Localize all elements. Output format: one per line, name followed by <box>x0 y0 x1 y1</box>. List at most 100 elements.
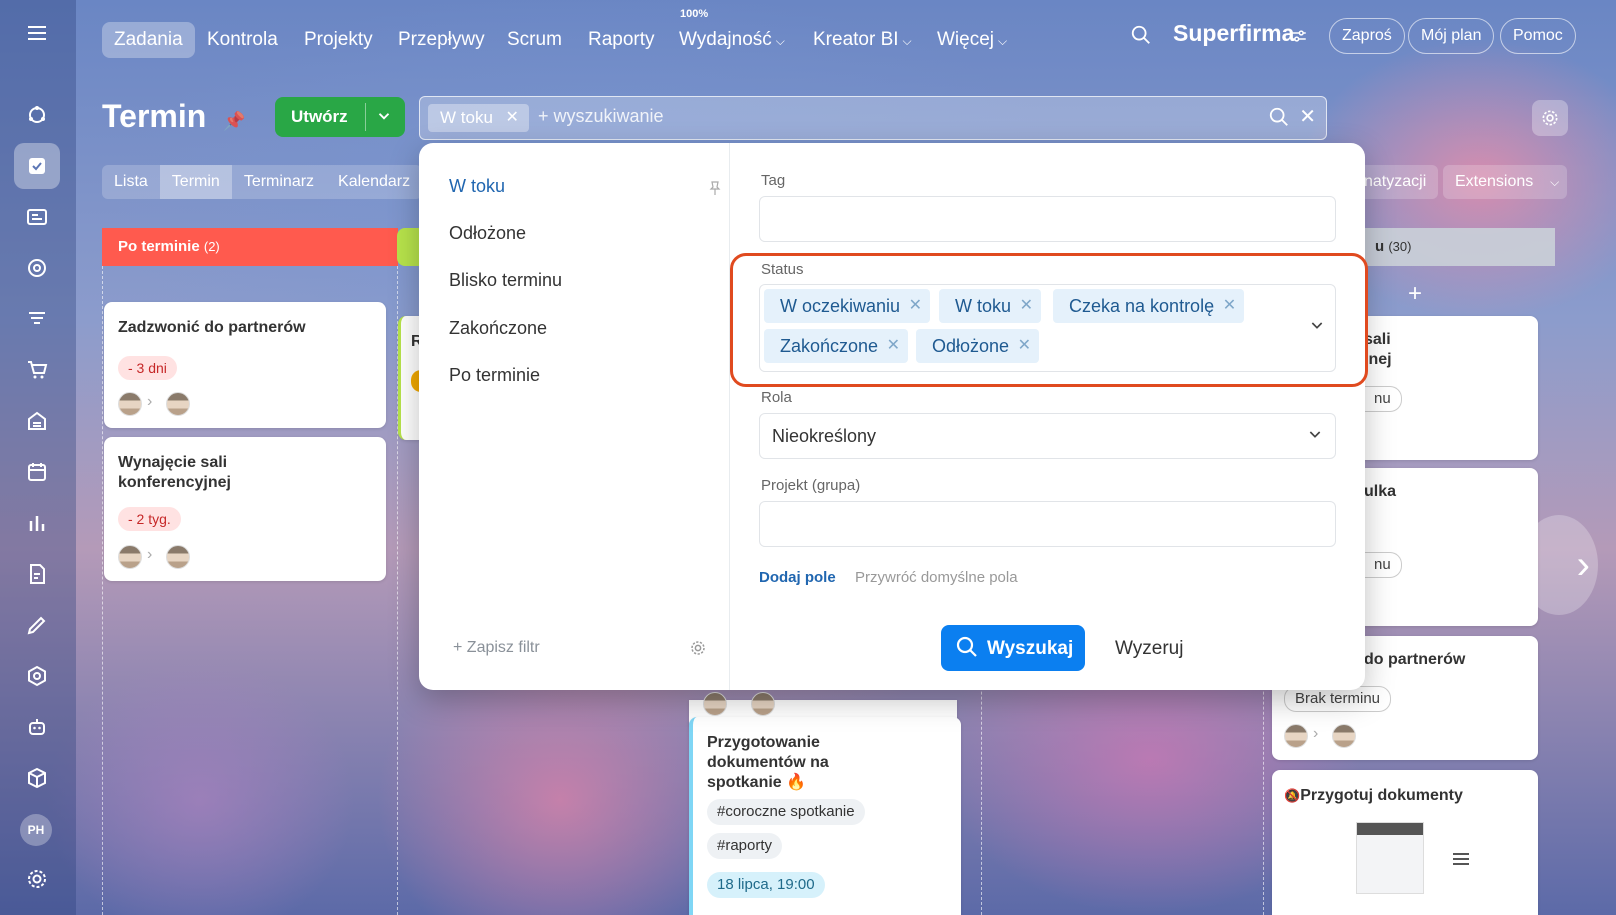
task-title[interactable]: ulka <box>1364 482 1396 502</box>
user-avatar[interactable]: PH <box>20 814 52 846</box>
scroll-right-button[interactable]: › <box>1520 515 1598 615</box>
invite-button[interactable]: Zaproś <box>1329 18 1405 54</box>
brand-name: Superfirma <box>1173 20 1295 46</box>
preset-po-terminie[interactable]: Po terminie <box>449 365 540 386</box>
nav-scrum[interactable]: Scrum <box>495 22 574 58</box>
reset-button[interactable]: Wyzeruj <box>1115 638 1183 660</box>
preset-odlozone[interactable]: Odłożone <box>449 223 526 244</box>
preset-w-toku[interactable]: W toku <box>449 176 505 197</box>
status-highlight-annotation <box>730 253 1368 387</box>
task-title[interactable]: do partnerów <box>1364 650 1465 670</box>
search-icon[interactable] <box>1130 24 1152 51</box>
tab-extensions[interactable]: Extensions ⌵ <box>1443 165 1568 199</box>
analytics-icon[interactable] <box>14 500 60 546</box>
chevron-down-icon[interactable] <box>375 107 393 130</box>
settings-icon[interactable] <box>1532 100 1568 136</box>
deadline-pill[interactable]: nu <box>1364 552 1402 578</box>
active-filter-chip[interactable]: W toku ✕ <box>428 104 529 132</box>
project-field[interactable] <box>759 501 1336 547</box>
nav-przeplywy[interactable]: Przepływy <box>386 22 497 58</box>
avatar[interactable] <box>751 692 775 716</box>
nav-projekty[interactable]: Projekty <box>292 22 385 58</box>
menu-icon[interactable] <box>14 10 60 56</box>
store-icon[interactable] <box>14 398 60 444</box>
add-field-link[interactable]: Dodaj pole <box>759 569 836 586</box>
avatar[interactable] <box>703 692 727 716</box>
nav-kreator-label: Kreator BI <box>813 29 899 50</box>
tab-lista[interactable]: Lista <box>102 165 160 199</box>
nav-raporty[interactable]: Raporty <box>576 22 667 58</box>
bot-icon[interactable] <box>14 704 60 750</box>
search-icon <box>955 635 979 665</box>
help-button[interactable]: Pomoc <box>1500 18 1576 54</box>
avatar[interactable] <box>1284 724 1308 748</box>
task-title[interactable]: sali jnej <box>1364 330 1392 370</box>
filter-popup: W toku Odłożone Blisko terminu Zakończon… <box>419 143 1365 690</box>
close-icon[interactable]: ✕ <box>506 104 519 132</box>
avatar[interactable] <box>118 545 142 569</box>
nav-wiecej[interactable]: Więcej ⌵ <box>925 22 1019 58</box>
create-button[interactable]: Utwórz <box>275 97 405 137</box>
tab-kalendarz[interactable]: Kalendarz <box>326 165 422 199</box>
role-select[interactable]: Nieokreślony <box>759 413 1336 459</box>
chevron-down-icon[interactable] <box>1307 426 1323 447</box>
avatar[interactable] <box>118 392 142 416</box>
task-card[interactable]: Przygotowanie dokumentów na spotkanie 🔥 … <box>689 717 961 915</box>
restore-default-fields-link[interactable]: Przywróć domyślne pola <box>855 569 1018 586</box>
calendar-icon[interactable] <box>14 449 60 495</box>
box-icon[interactable] <box>14 755 60 801</box>
preset-blisko-terminu[interactable]: Blisko terminu <box>449 270 562 291</box>
list-view-icon[interactable] <box>1432 830 1490 888</box>
pin-icon[interactable]: 📌 <box>223 111 245 131</box>
tasks-icon[interactable] <box>14 143 60 189</box>
task-title[interactable]: Przygotowanie dokumentów na spotkanie 🔥 <box>707 733 877 793</box>
search-button[interactable]: Wyszukaj <box>941 625 1085 671</box>
tab-termin[interactable]: Termin <box>159 165 232 199</box>
add-card-icon[interactable]: + <box>1408 280 1422 308</box>
deadline-pill[interactable]: nu <box>1364 386 1402 412</box>
document-thumbnail[interactable] <box>1356 822 1424 894</box>
tag-chip[interactable]: #coroczne spotkanie <box>707 799 865 825</box>
task-card[interactable]: Wynajęcie sali konferencyjnej - 2 tyg. › <box>104 437 386 581</box>
feed-icon[interactable] <box>14 92 60 138</box>
nav-kreator-bi[interactable]: Kreator BI ⌵ <box>801 22 924 58</box>
settings-icon[interactable] <box>14 856 60 902</box>
task-card[interactable]: Zadzwonić do partnerów - 3 dni › <box>104 302 386 428</box>
crm-icon[interactable] <box>14 194 60 240</box>
pin-icon[interactable] <box>709 181 721 198</box>
avatar[interactable] <box>1332 724 1356 748</box>
date-badge[interactable]: 18 lipca, 19:00 <box>707 872 825 898</box>
hexagon-icon[interactable] <box>14 653 60 699</box>
search-placeholder[interactable]: + wyszukiwanie <box>538 106 664 127</box>
avatar[interactable] <box>166 392 190 416</box>
brand-settings-icon[interactable] <box>1290 27 1308 50</box>
task-card[interactable]: 🔕Przygotuj dokumenty <box>1272 770 1538 915</box>
column-right-count: (30) <box>1388 239 1412 254</box>
funnel-icon[interactable] <box>14 296 60 342</box>
settings-icon[interactable] <box>689 639 707 662</box>
document-icon[interactable] <box>14 551 60 597</box>
tag-field[interactable] <box>759 196 1336 242</box>
task-title[interactable]: 🔕Przygotuj dokumenty <box>1284 786 1463 806</box>
column-divider <box>102 266 103 915</box>
deadline-badge[interactable]: - 2 tyg. <box>118 507 181 531</box>
nav-zadania[interactable]: Zadania <box>102 22 195 58</box>
cart-icon[interactable] <box>14 347 60 393</box>
deadline-badge[interactable]: - 3 dni <box>118 356 177 380</box>
avatar[interactable] <box>166 545 190 569</box>
target-icon[interactable] <box>14 245 60 291</box>
save-filter-button[interactable]: + Zapisz filtr <box>453 639 540 657</box>
nav-wydajnosc[interactable]: Wydajność ⌵ <box>667 22 797 58</box>
preset-zakonczone[interactable]: Zakończone <box>449 318 547 339</box>
nav-kontrola[interactable]: Kontrola <box>195 22 290 58</box>
clear-icon[interactable]: ✕ <box>1299 104 1316 129</box>
task-title[interactable]: Wynajęcie sali konferencyjnej <box>118 453 278 493</box>
tag-chip[interactable]: #raporty <box>707 833 783 859</box>
mute-icon: 🔕 <box>1284 788 1301 803</box>
task-title[interactable]: Zadzwonić do partnerów <box>118 318 306 338</box>
tab-terminarz[interactable]: Terminarz <box>232 165 326 199</box>
sign-icon[interactable] <box>14 602 60 648</box>
filter-search-bar[interactable]: W toku ✕ + wyszukiwanie ✕ <box>419 96 1327 140</box>
search-icon[interactable] <box>1268 106 1290 133</box>
my-plan-button[interactable]: Mój plan <box>1408 18 1495 54</box>
